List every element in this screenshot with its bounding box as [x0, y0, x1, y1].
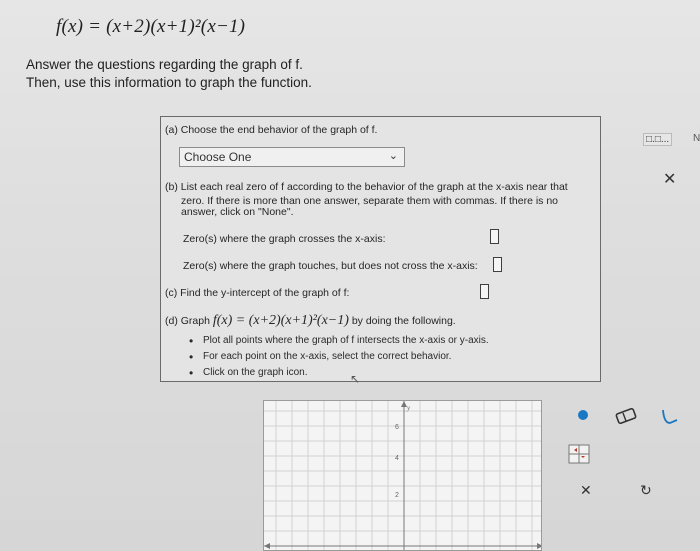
close-icon[interactable]: ✕ — [663, 169, 676, 189]
chevron-down-icon: ⌄ — [388, 150, 398, 162]
x-axis-right-arrow — [537, 543, 541, 549]
behavior-curve-icon[interactable] — [660, 408, 680, 431]
part-c-prompt: (c) Find the y-intercept of the graph of… — [165, 287, 350, 299]
zeros-touch-input[interactable] — [493, 257, 502, 272]
part-d-label: (d) Graph — [165, 315, 213, 327]
x-axis-left-arrow — [264, 543, 270, 549]
zeros-touch-label: Zero(s) where the graph touches, but doe… — [183, 260, 478, 272]
part-d-suffix: by doing the following. — [351, 315, 456, 327]
list-item: Plot all points where the graph of f int… — [189, 333, 489, 349]
mouse-cursor-icon: ↖ — [350, 372, 361, 386]
part-d-prompt: (d) Graph f(x) = (x+2)(x+1)²(x−1) by doi… — [165, 313, 456, 329]
y-intercept-input[interactable] — [480, 284, 489, 299]
graph-instructions-list: Plot all points where the graph of f int… — [189, 333, 489, 381]
graph-grid[interactable]: y 6 4 2 — [264, 401, 542, 551]
eraser-icon[interactable] — [614, 407, 638, 427]
instructions-line-2: Then, use this information to graph the … — [26, 75, 312, 90]
graph-toolbar: ✕ ↻ — [560, 398, 700, 551]
graph-canvas[interactable]: y 6 4 2 — [263, 400, 542, 551]
zeros-cross-label: Zero(s) where the graph crosses the x-ax… — [183, 233, 386, 245]
question-panel: (a) Choose the end behavior of the graph… — [160, 116, 601, 382]
end-behavior-select[interactable]: Choose One ⌄ — [179, 147, 405, 167]
side-panel-edge-label: N — [693, 133, 700, 144]
y-tick-label: 2 — [395, 492, 399, 499]
part-d-function: f(x) = (x+2)(x+1)²(x−1) — [212, 313, 349, 328]
y-tick-label: 4 — [395, 455, 399, 462]
side-panel-menu[interactable]: □.□... — [643, 133, 673, 146]
end-behavior-select-value: Choose One — [184, 150, 252, 164]
clear-icon[interactable]: ✕ — [580, 482, 592, 499]
undo-icon[interactable]: ↻ — [640, 482, 652, 499]
function-header: f(x) = (x+2)(x+1)²(x−1) — [56, 16, 246, 37]
y-tick-label: 6 — [395, 424, 399, 431]
grid-expand-icon[interactable] — [568, 444, 590, 467]
point-tool[interactable] — [576, 408, 590, 425]
list-item: For each point on the x-axis, select the… — [189, 349, 489, 365]
part-a-prompt: (a) Choose the end behavior of the graph… — [165, 124, 378, 136]
part-b-line-3: answer, click on "None". — [181, 206, 294, 218]
zeros-cross-input[interactable] — [490, 229, 499, 244]
part-b-prompt: (b) List each real zero of f according t… — [165, 181, 568, 193]
instructions-line-1: Answer the questions regarding the graph… — [26, 57, 303, 72]
list-item: Click on the graph icon. — [189, 365, 489, 381]
instructions: Answer the questions regarding the graph… — [26, 56, 312, 92]
